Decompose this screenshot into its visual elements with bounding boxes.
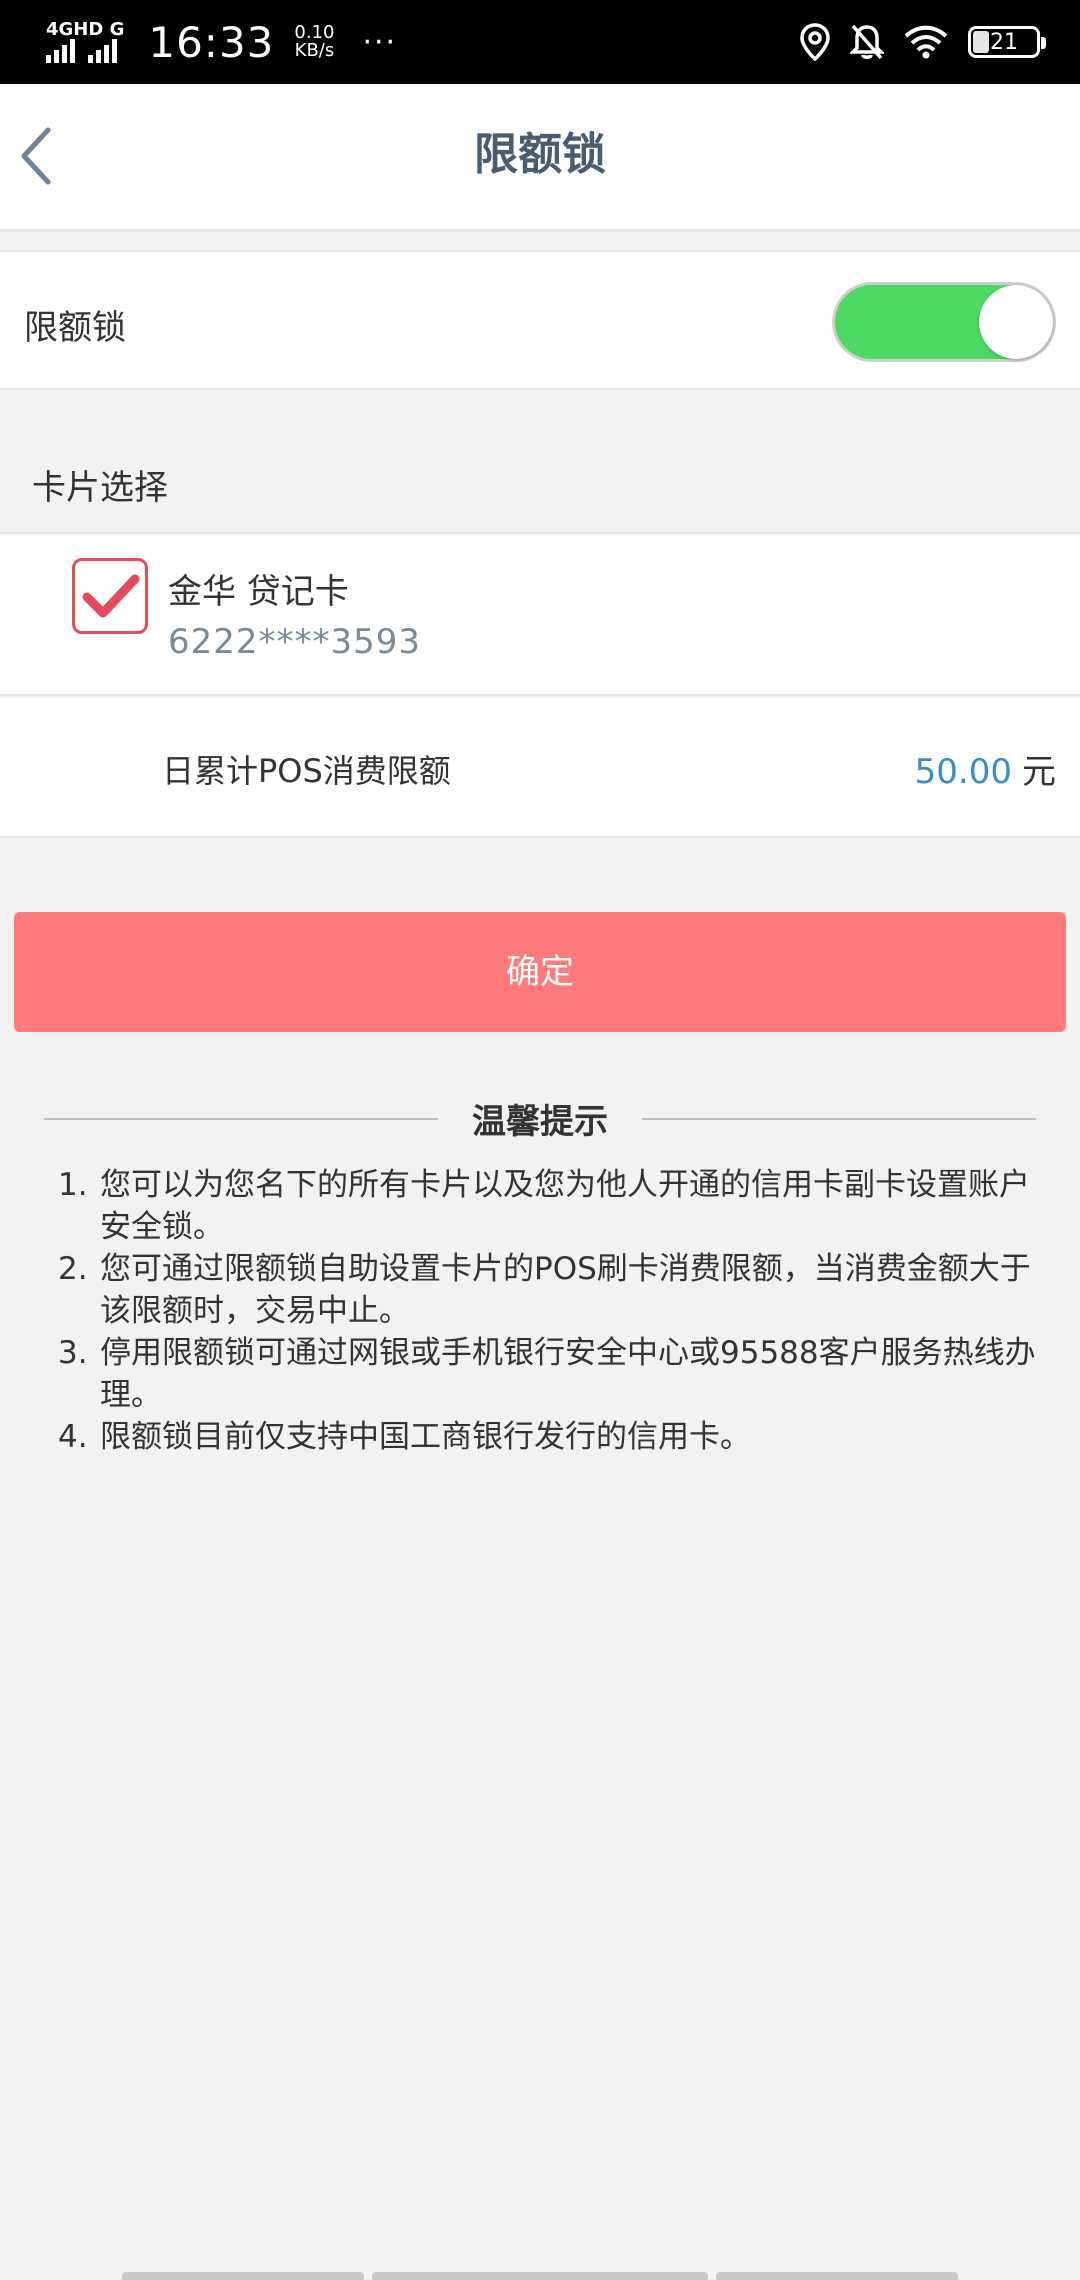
battery-level: 21 [990,29,1018,55]
tip-text: 您可以为您名下的所有卡片以及您为他人开通的信用卡副卡设置账户安全锁。 [100,1167,1030,1245]
checkmark-icon [82,574,140,618]
daily-limit-value[interactable]: 50.00 元 [915,744,1056,793]
list-item: 4. 限额锁目前仅支持中国工商银行发行的信用卡。 [58,1416,1038,1458]
tip-number: 1. [58,1167,88,1203]
list-item: 3. 停用限额锁可通过网银或手机银行安全中心或95588客户服务热线办理。 [58,1332,1038,1416]
card-item[interactable]: 金华 贷记卡 6222****3593 [0,532,1080,696]
wifi-icon [904,25,948,59]
clock: 16:33 [148,17,275,67]
confirm-button[interactable]: 确定 [14,912,1066,1032]
list-item: 2. 您可通过限额锁自助设置卡片的POS刷卡消费限额，当消费金额大于该限额时，交… [58,1248,1038,1332]
tip-text: 限额锁目前仅支持中国工商银行发行的信用卡。 [100,1419,751,1455]
tips-header: 温馨提示 [44,1094,1036,1144]
daily-limit-label: 日累计POS消费限额 [162,752,451,790]
more-icon: ··· [362,24,398,60]
card-name: 金华 贷记卡 [168,572,349,612]
location-icon [800,23,830,61]
tip-text: 停用限额锁可通过网银或手机银行安全中心或95588客户服务热线办理。 [100,1335,1036,1413]
speed-unit: KB/s [294,40,335,61]
currency-unit: 元 [1022,752,1056,792]
limit-lock-toggle[interactable] [832,282,1056,362]
limit-lock-label: 限额锁 [24,308,126,348]
network-label: 4GHD G [46,19,125,40]
toggle-knob [979,285,1053,359]
daily-limit-row[interactable]: 日累计POS消费限额 50.00 元 [0,698,1080,838]
bell-off-icon [850,24,884,60]
network-speed: 0.10 KB/s [294,24,334,60]
card-checkbox[interactable] [72,558,148,634]
nav-header: 限额锁 [0,84,1080,232]
network-indicator: 4GHD G [46,21,124,63]
tip-number: 3. [58,1335,88,1371]
limit-lock-row: 限额锁 [0,250,1080,390]
card-section-title: 卡片选择 [32,468,168,508]
tip-number: 2. [58,1251,88,1287]
card-number: 6222****3593 [168,622,422,662]
list-item: 1. 您可以为您名下的所有卡片以及您为他人开通的信用卡副卡设置账户安全锁。 [58,1164,1038,1248]
tip-text: 您可通过限额锁自助设置卡片的POS刷卡消费限额，当消费金额大于该限额时，交易中止… [100,1251,1031,1329]
bottom-nav-indicator [0,2270,1080,2280]
status-bar: 4GHD G 16:33 0.10 KB/s ··· 21 [0,0,1080,84]
divider [642,1118,1036,1120]
daily-limit-amount[interactable]: 50.00 [915,752,1012,792]
battery-icon: 21 [968,26,1046,58]
tips-list: 1. 您可以为您名下的所有卡片以及您为他人开通的信用卡副卡设置账户安全锁。 2.… [58,1164,1038,1458]
page-title: 限额锁 [474,129,606,180]
tip-number: 4. [58,1419,88,1455]
signal-icon [46,39,117,63]
